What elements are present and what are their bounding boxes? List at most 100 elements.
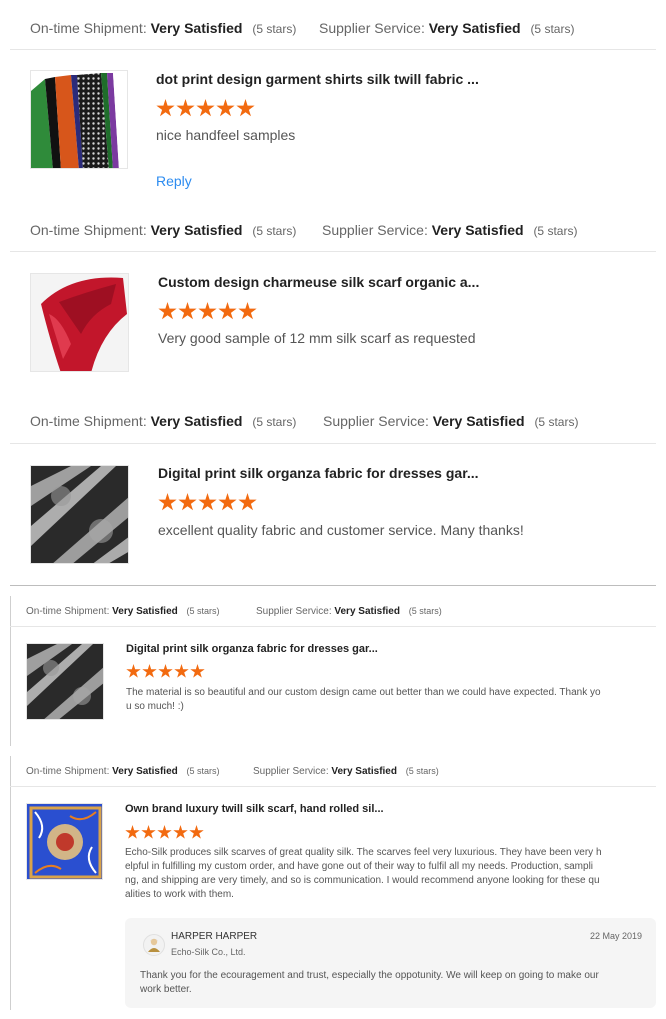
star-icon xyxy=(216,99,235,117)
review-stars xyxy=(125,825,204,840)
left-border xyxy=(10,756,11,1010)
reply-text: Thank you for the ecouragement and trust… xyxy=(140,969,599,997)
supplier-stars-note: (5 stars) xyxy=(534,415,579,429)
ontime-label: On-time Shipment: xyxy=(26,605,110,617)
ontime-label: On-time Shipment: xyxy=(30,413,147,429)
star-icon xyxy=(125,825,140,839)
supplier-label: Supplier Service: xyxy=(323,413,429,429)
section-divider xyxy=(10,585,656,586)
product-title-link[interactable]: Digital print silk organza fabric for dr… xyxy=(158,465,479,481)
star-icon xyxy=(158,493,177,511)
review-text-line: The material is so beautiful and our cus… xyxy=(126,687,601,698)
product-thumbnail[interactable] xyxy=(30,273,129,372)
product-title-link[interactable]: dot print design garment shirts silk twi… xyxy=(156,71,479,87)
supplier-value: Very Satisfied xyxy=(331,765,397,777)
reply-date: 22 May 2019 xyxy=(589,931,642,941)
product-image xyxy=(31,274,128,371)
review-text-line: ng, and shipping are very timely, and so… xyxy=(125,875,600,886)
supplier-value: Very Satisfied xyxy=(334,605,400,617)
star-icon xyxy=(198,302,217,320)
product-title-link[interactable]: Digital print silk organza fabric for dr… xyxy=(126,643,378,655)
product-title-link[interactable]: Custom design charmeuse silk scarf organ… xyxy=(158,274,479,290)
review-text-line: elpful in fulfilling my custom order, an… xyxy=(125,861,594,872)
supplier-stars-note: (5 stars) xyxy=(405,765,439,776)
ontime-stars-note: (5 stars) xyxy=(186,765,220,776)
ontime-value: Very Satisfied xyxy=(112,605,178,617)
product-image xyxy=(31,466,128,563)
replier-company: Echo-Silk Co., Ltd. xyxy=(171,947,246,957)
review-stars xyxy=(158,493,257,512)
star-icon xyxy=(141,825,156,839)
review-stars xyxy=(126,664,205,679)
star-icon xyxy=(158,664,173,678)
product-thumbnail[interactable] xyxy=(26,643,104,720)
supplier-stars-note: (5 stars) xyxy=(408,605,442,616)
supplier-label: Supplier Service: xyxy=(319,19,425,36)
product-thumbnail[interactable] xyxy=(30,70,128,169)
star-icon xyxy=(173,825,188,839)
review-text: nice handfeel samples xyxy=(156,127,296,143)
star-icon xyxy=(196,99,215,117)
product-title-link[interactable]: Own brand luxury twill silk scarf, hand … xyxy=(125,803,384,815)
reply-text-line: Thank you for the ecouragement and trust… xyxy=(140,970,599,981)
star-icon xyxy=(190,664,205,678)
star-icon xyxy=(218,493,237,511)
rating-summary-row: On-time Shipment: Very Satisfied (5 star… xyxy=(10,756,656,787)
supplier-label: Supplier Service: xyxy=(322,221,428,238)
ontime-value: Very Satisfied xyxy=(150,413,243,429)
star-icon xyxy=(157,825,172,839)
review-text-line: Echo-Silk produces silk scarves of great… xyxy=(125,847,602,858)
reply-text-line: work better. xyxy=(140,984,192,995)
supplier-stars-note: (5 stars) xyxy=(533,223,578,238)
ontime-label: On-time Shipment: xyxy=(30,19,147,36)
supplier-value: Very Satisfied xyxy=(432,413,525,429)
review-text: excellent quality fabric and customer se… xyxy=(158,522,524,538)
product-image xyxy=(31,71,127,168)
user-avatar-icon xyxy=(148,938,160,952)
product-image xyxy=(27,644,103,719)
star-icon xyxy=(178,493,197,511)
star-icon xyxy=(174,664,189,678)
review-text-line: u so much! :) xyxy=(126,701,184,712)
star-icon xyxy=(156,99,175,117)
ontime-label: On-time Shipment: xyxy=(30,221,147,238)
replier-name: HARPER HARPER xyxy=(171,931,258,942)
ontime-stars-note: (5 stars) xyxy=(252,223,297,238)
review-stars xyxy=(158,302,257,321)
star-icon xyxy=(126,664,141,678)
review-text: The material is so beautiful and our cus… xyxy=(126,686,601,714)
avatar xyxy=(143,934,165,956)
star-icon xyxy=(218,302,237,320)
star-icon xyxy=(176,99,195,117)
ontime-value: Very Satisfied xyxy=(150,19,243,36)
rating-summary-row: On-time Shipment: Very Satisfied (5 star… xyxy=(10,6,656,50)
rating-summary-row: On-time Shipment: Very Satisfied (5 star… xyxy=(10,208,656,252)
product-thumbnail[interactable] xyxy=(26,803,103,880)
supplier-label: Supplier Service: xyxy=(256,605,332,617)
rating-summary-row: On-time Shipment: Very Satisfied (5 star… xyxy=(10,596,656,627)
review-stars xyxy=(156,99,255,118)
supplier-reply-box: HARPER HARPER Echo-Silk Co., Ltd. 22 May… xyxy=(125,918,656,1008)
product-thumbnail[interactable] xyxy=(30,465,129,564)
supplier-value: Very Satisfied xyxy=(431,221,524,238)
ontime-stars-note: (5 stars) xyxy=(252,21,297,36)
star-icon xyxy=(238,493,257,511)
rating-summary-row: On-time Shipment: Very Satisfied (5 star… xyxy=(10,399,656,444)
review-text: Echo-Silk produces silk scarves of great… xyxy=(125,846,602,902)
product-image xyxy=(27,804,102,879)
star-icon xyxy=(178,302,197,320)
star-icon xyxy=(198,493,217,511)
ontime-value: Very Satisfied xyxy=(150,221,243,238)
ontime-stars-note: (5 stars) xyxy=(252,415,297,429)
ontime-value: Very Satisfied xyxy=(112,765,178,777)
ontime-label: On-time Shipment: xyxy=(26,765,110,777)
review-text: Very good sample of 12 mm silk scarf as … xyxy=(158,330,476,346)
star-icon xyxy=(189,825,204,839)
supplier-stars-note: (5 stars) xyxy=(530,21,575,36)
ontime-stars-note: (5 stars) xyxy=(186,605,220,616)
star-icon xyxy=(238,302,257,320)
reply-link[interactable]: Reply xyxy=(156,173,192,189)
star-icon xyxy=(236,99,255,117)
star-icon xyxy=(142,664,157,678)
review-text-line: alities to work with them. xyxy=(125,889,234,900)
